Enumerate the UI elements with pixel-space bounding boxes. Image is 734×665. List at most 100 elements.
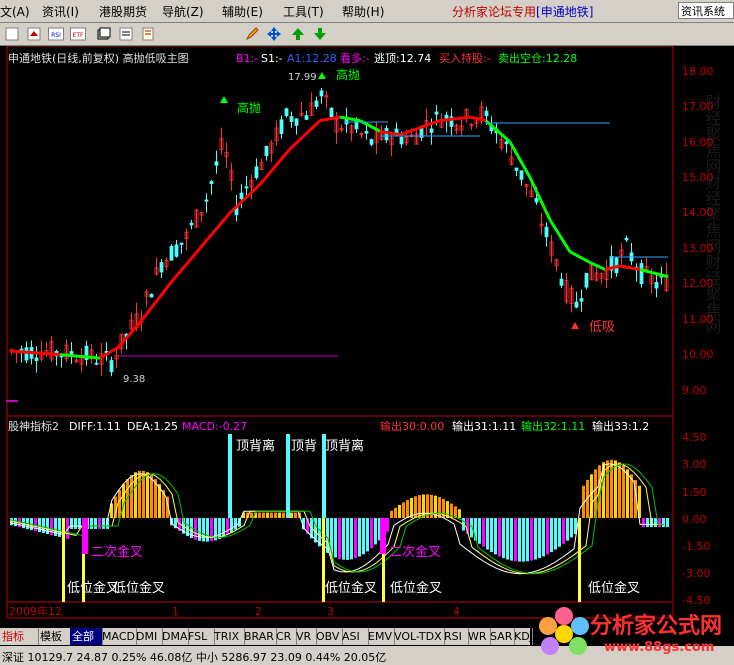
forum-brand-text: 分析家论坛专用: [452, 5, 537, 19]
candle-body: [204, 199, 209, 202]
stack-icon[interactable]: [96, 26, 112, 42]
rsi-icon[interactable]: RSI: [48, 26, 64, 42]
candle-body: [639, 263, 644, 285]
macd-bar: [270, 512, 273, 518]
tab-emv[interactable]: EMV: [366, 628, 395, 645]
chart-area[interactable]: 申通地铁(日线,前复权) 高抛低吸主图 B1:- S1:- A1:12.28 看…: [0, 46, 734, 626]
dingbeili-label-1: 顶背离: [236, 438, 275, 454]
candle-body: [329, 107, 334, 117]
candle-body: [289, 116, 294, 122]
candle-body: [279, 119, 284, 135]
macd-bar: [346, 518, 349, 560]
macd-bar: [642, 518, 645, 528]
candle-body: [239, 192, 244, 199]
tab-sar[interactable]: SAR: [488, 628, 515, 645]
macd-bar: [222, 518, 225, 538]
mairu-value: 买入持股:-: [439, 51, 491, 65]
golden-cross-bar: [62, 518, 65, 602]
sub-y-tick: 3.00: [682, 458, 707, 471]
x-axis-label: 2009年12: [9, 604, 62, 618]
etf-icon-label: ETF: [73, 32, 84, 39]
main-y-tick: 10.00: [682, 348, 714, 361]
edit-icon[interactable]: [118, 26, 134, 42]
ma-segment: [569, 250, 591, 264]
menu-hk-futures[interactable]: 港股期货: [99, 3, 147, 20]
sub-y-tick: 4.50: [682, 431, 707, 444]
tab-kdj[interactable]: KDJ: [512, 628, 533, 645]
tab-rsi[interactable]: RSI: [442, 628, 469, 645]
tab-obv[interactable]: OBV: [314, 628, 343, 645]
macd-bar: [542, 518, 545, 557]
macd-bar: [438, 497, 441, 518]
info-system-button[interactable]: 资讯系统: [678, 2, 734, 19]
x-axis-label: 3: [327, 605, 334, 618]
watermark-url: www.88gs.com: [604, 640, 715, 655]
site-watermark: 分析家公式网 www.88gs.com: [534, 604, 734, 662]
tab-fsl[interactable]: FSL: [186, 628, 215, 645]
macd-bar: [294, 512, 297, 518]
diwei-label-6: 低位金叉: [588, 580, 640, 596]
menu-info[interactable]: 资讯(I): [42, 3, 79, 20]
ma-segment: [228, 183, 262, 214]
gaopao-label-1: 高抛: [237, 100, 261, 115]
buy-signal-arrow: [571, 322, 579, 329]
tab-vol-tdx[interactable]: VOL-TDX: [392, 628, 445, 645]
candle-body: [514, 167, 519, 171]
tab-all[interactable]: 全部: [70, 628, 103, 645]
macd-bar: [530, 518, 533, 561]
macd-bar: [482, 518, 485, 547]
macd-bar: [402, 502, 405, 518]
etf-icon[interactable]: ETF: [70, 26, 86, 42]
arrow-down-icon[interactable]: [312, 26, 328, 42]
ma-segment: [589, 261, 606, 271]
macd-bar: [666, 518, 669, 528]
candle-body: [284, 108, 289, 117]
macd-bar: [374, 518, 377, 545]
blank-icon[interactable]: [4, 26, 20, 42]
out32-value: 输出32:1.11: [521, 419, 585, 433]
tab-dmi[interactable]: DMI: [134, 628, 163, 645]
candle-body: [429, 128, 434, 133]
macd-bar: [282, 512, 285, 518]
gaopao-label-2: 高抛: [336, 67, 360, 82]
tab-brar[interactable]: BRAR: [242, 628, 277, 645]
move-icon[interactable]: [266, 26, 282, 42]
candle-body: [544, 226, 549, 238]
menu-bar: 文(A) 资讯(I) 港股期货 导航(Z) 辅助(E) 工具(T) 帮助(H) …: [0, 0, 734, 23]
dea-value: DEA:1.25: [127, 420, 178, 433]
maichu-value: 卖出空仓:12.28: [498, 51, 577, 65]
candle-body: [434, 111, 439, 115]
tab-dma[interactable]: DMA: [160, 628, 189, 645]
menu-assist[interactable]: 辅助(E): [222, 3, 263, 20]
out30-value: 输出30:0.00: [380, 419, 444, 433]
candle-body: [319, 90, 324, 97]
home-icon[interactable]: [26, 26, 42, 42]
candle-body: [574, 301, 579, 308]
diwei-label-4: 低位金叉: [325, 580, 377, 596]
tab-indicator[interactable]: 指标: [0, 628, 39, 645]
scroll-icon[interactable]: [140, 26, 156, 42]
menu-help[interactable]: 帮助(H): [342, 3, 384, 20]
macd-bar: [418, 495, 421, 518]
ma-segment: [138, 282, 172, 324]
tab-trix[interactable]: TRIX: [212, 628, 245, 645]
a1-value: A1:12.28: [287, 52, 337, 65]
second-cross-bar: [82, 518, 88, 554]
tab-macd[interactable]: MACD: [100, 628, 137, 645]
menu-tools[interactable]: 工具(T): [283, 3, 324, 20]
sell-signal-arrow-1: [220, 96, 228, 103]
pencil-icon[interactable]: [244, 26, 260, 42]
tab-template[interactable]: 模板: [38, 628, 71, 645]
diwei-label-5: 低位金叉: [390, 580, 442, 596]
macd-bar: [74, 518, 77, 529]
arrow-up-icon[interactable]: [290, 26, 306, 42]
x-axis-label: 4: [453, 605, 460, 618]
macd-bar: [250, 512, 253, 518]
macd-bar: [218, 518, 221, 539]
macd-bar: [498, 518, 501, 557]
menu-nav[interactable]: 导航(Z): [162, 3, 204, 20]
tab-asi[interactable]: ASI: [340, 628, 369, 645]
menu-file[interactable]: 文(A): [0, 3, 30, 20]
moving-average-line: [9, 115, 669, 360]
macd-bar: [366, 518, 369, 552]
